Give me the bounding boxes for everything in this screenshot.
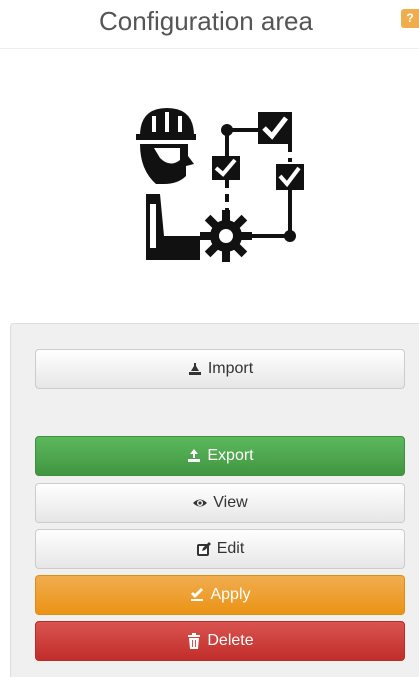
eye-icon xyxy=(192,495,208,511)
page-title: Configuration area xyxy=(99,6,313,36)
apply-check-icon xyxy=(189,587,205,603)
edit-icon xyxy=(196,541,212,557)
actions-panel: Import Export View Edit Apply Delete xyxy=(10,323,419,677)
export-icon xyxy=(186,448,202,464)
view-label: View xyxy=(213,494,248,511)
edit-button[interactable]: Edit xyxy=(35,529,405,569)
export-label: Export xyxy=(207,447,254,464)
engineer-configuration-checklist-icon xyxy=(130,98,305,273)
header: Configuration area ? xyxy=(0,0,419,49)
import-label: Import xyxy=(207,360,254,377)
edit-label: Edit xyxy=(216,540,245,557)
view-button[interactable]: View xyxy=(35,483,405,523)
import-icon xyxy=(187,361,203,377)
trash-icon xyxy=(186,633,202,649)
export-button[interactable]: Export xyxy=(35,436,405,476)
apply-button[interactable]: Apply xyxy=(35,575,405,615)
apply-label: Apply xyxy=(210,586,251,603)
help-badge[interactable]: ? xyxy=(401,9,419,28)
import-button[interactable]: Import xyxy=(35,349,405,389)
delete-button[interactable]: Delete xyxy=(35,621,405,661)
delete-label: Delete xyxy=(207,632,254,649)
